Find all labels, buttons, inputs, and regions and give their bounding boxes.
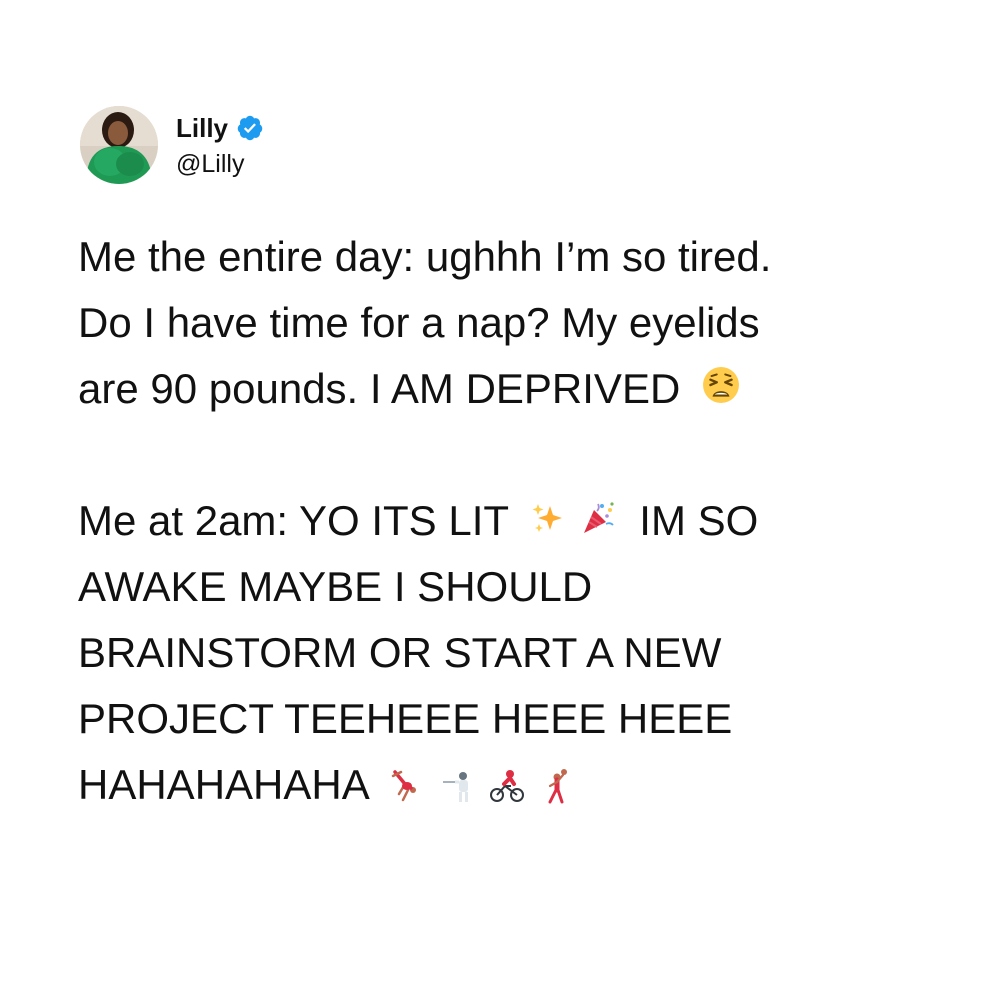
user-handle[interactable]: @Lilly (176, 148, 264, 180)
text-line-content: IM SO (639, 497, 759, 544)
person-cartwheeling-emoji (391, 761, 425, 819)
person-playing-handball-emoji (542, 761, 572, 819)
tweet-text: Me the entire day: ughhh I’m so tired. D… (78, 228, 938, 822)
text-line-content: Me at 2am: YO ITS LIT (78, 497, 509, 544)
avatar-image (80, 106, 158, 184)
display-name[interactable]: Lilly (176, 112, 228, 144)
sparkles-emoji (530, 493, 566, 551)
verified-badge-icon (236, 114, 264, 142)
text-line: Me at 2am: YO ITS LIT IM SO (78, 492, 938, 550)
tired-face-emoji (702, 361, 740, 419)
avatar[interactable] (80, 106, 158, 184)
person-biking-emoji (488, 761, 526, 819)
tweet-paragraph-1: Me the entire day: ughhh I’m so tired. D… (78, 228, 938, 418)
text-line-content: are 90 pounds. I AM DEPRIVED (78, 365, 681, 412)
user-info: Lilly @Lilly (176, 110, 264, 180)
tweet-header: Lilly @Lilly (80, 100, 264, 190)
text-line: are 90 pounds. I AM DEPRIVED (78, 360, 938, 418)
text-line: Me the entire day: ughhh I’m so tired. (78, 233, 772, 280)
person-fencing-emoji (441, 761, 475, 819)
text-line-content: HAHAHAHAHA (78, 761, 368, 808)
text-line: PROJECT TEEHEEE HEEE HEEE (78, 695, 733, 742)
text-line: HAHAHAHAHA (78, 756, 938, 814)
tweet-card: Lilly @Lilly Me the entire day: ughhh I’… (0, 0, 1000, 1000)
tweet-paragraph-2: Me at 2am: YO ITS LIT IM SO AWAKE MAYBE … (78, 492, 938, 814)
text-line: AWAKE MAYBE I SHOULD (78, 563, 593, 610)
party-popper-emoji (580, 493, 616, 551)
text-line: BRAINSTORM OR START A NEW (78, 629, 722, 676)
text-line: Do I have time for a nap? My eyelids (78, 299, 760, 346)
name-row: Lilly (176, 110, 264, 146)
